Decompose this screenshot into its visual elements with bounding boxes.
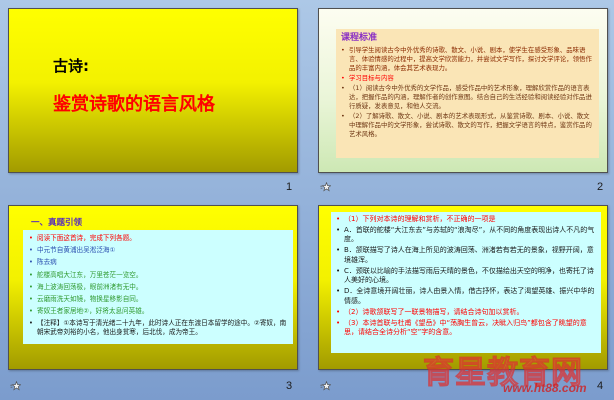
- slide-4-bullet-list: （1）下列对本诗的理解和赏析，不正确的一项是 A．首联的舵楼“大江东去”与苏轼的…: [336, 215, 596, 337]
- watermark-url: www.ht88.com: [503, 381, 587, 395]
- list-item: 【注释】①本诗写于清光绪二十九年，此时诗人正在东渡日本留学的途中。②寄奴，南朝宋…: [29, 319, 288, 336]
- list-item: （3）本诗首联与杜甫《望岳》中“荡胸生曾云，决眦入归鸟”都包含了眺望的意思，请结…: [336, 319, 596, 338]
- list-item: 中元节自黄浦出吴淞泛海①: [29, 246, 288, 255]
- slide-number-1: 1: [286, 181, 293, 193]
- list-item: （2）了解诗歌、散文、小说、剧本的艺术表现形式，从鉴赏诗歌、剧本、小说、散文中理…: [341, 112, 594, 138]
- slide-number-2: 2: [597, 181, 604, 193]
- slide-3-content-box: 阅读下面这首诗，完成下列各题。 中元节自黄浦出吴淞泛海① 陈去病 舵楼高唱大江东…: [23, 230, 293, 344]
- list-item: 学习目标与内容: [341, 74, 594, 83]
- list-item: 海上波涛回荡极，眼前洲渚有无中。: [29, 283, 288, 292]
- list-item: 引导学生阅读古今中外优秀的诗歌、散文、小说、剧本，使学生在感受形象、品味语言、体…: [341, 46, 594, 72]
- star-icon[interactable]: [10, 381, 21, 391]
- list-item: 云磨雨洗天如镜，物换星移影自同。: [29, 295, 288, 304]
- slide-thumbnail-1[interactable]: 古诗: 鉴赏诗歌的语言风格: [8, 8, 298, 173]
- slide-2-bullet-list: 引导学生阅读古今中外优秀的诗歌、散文、小说、剧本，使学生在感受形象、品味语言、体…: [341, 46, 594, 139]
- slide-number-4: 4: [597, 380, 604, 392]
- slide-thumbnail-3[interactable]: 一、真题引领 阅读下面这首诗，完成下列各题。 中元节自黄浦出吴淞泛海① 陈去病 …: [8, 205, 298, 370]
- star-icon[interactable]: [320, 381, 331, 391]
- list-item: A．首联的舵楼“大江东去”与苏轼的“浪淘尽”，从不同的角度表现出诗人不凡的气度。: [336, 226, 596, 245]
- slide-thumbnail-4[interactable]: （1）下列对本诗的理解和赏析，不正确的一项是 A．首联的舵楼“大江东去”与苏轼的…: [318, 205, 608, 370]
- list-item: （1）下列对本诗的理解和赏析，不正确的一项是: [336, 215, 596, 225]
- list-item: （1）阅读古今中外优秀的文学作品，感受作品中的艺术形象，理解欣赏作品的语言表达，…: [341, 84, 594, 110]
- list-item: （2）诗歌颔联写了一联景物描写，请结合诗句加以赏析。: [336, 308, 596, 318]
- list-item: 阅读下面这首诗，完成下列各题。: [29, 234, 288, 243]
- slide-1-subtitle: 鉴赏诗歌的语言风格: [53, 94, 215, 115]
- star-icon[interactable]: [320, 182, 331, 192]
- list-item: 舵楼高唱大江东，万里苍茫一览空。: [29, 271, 288, 280]
- list-item: 陈去病: [29, 258, 288, 267]
- slide-3-heading: 一、真题引领: [31, 218, 83, 228]
- slide-2-heading: 课程标准: [341, 33, 378, 43]
- slide-2-content-box: 课程标准 引导学生阅读古今中外优秀的诗歌、散文、小说、剧本，使学生在感受形象、品…: [336, 29, 599, 158]
- list-item: D．全诗意境开阔壮丽，诗人由景入情，借古抒怀，表达了渴望英雄、振兴中华的情感。: [336, 287, 596, 306]
- slide-thumbnail-2[interactable]: 课程标准 引导学生阅读古今中外优秀的诗歌、散文、小说、剧本，使学生在感受形象、品…: [318, 8, 608, 173]
- list-item: C．颈联以比喻的手法描写雨后天晴的景色，不仅描绘出天空的明净，也寄托了诗人美好的…: [336, 267, 596, 286]
- slide-1-title: 古诗:: [53, 57, 89, 75]
- list-item: 寄奴王者家居地②，好将太息问英雄。: [29, 307, 288, 316]
- slide-number-3: 3: [286, 380, 293, 392]
- list-item: B．颔联描写了诗人在海上所见的波涛回荡、洲渚若有若无的景象，视野开阔，意境雄浑。: [336, 246, 596, 265]
- slide-4-content-box: （1）下列对本诗的理解和赏析，不正确的一项是 A．首联的舵楼“大江东去”与苏轼的…: [331, 212, 601, 353]
- slide-3-bullet-list: 阅读下面这首诗，完成下列各题。 中元节自黄浦出吴淞泛海① 陈去病 舵楼高唱大江东…: [29, 234, 288, 337]
